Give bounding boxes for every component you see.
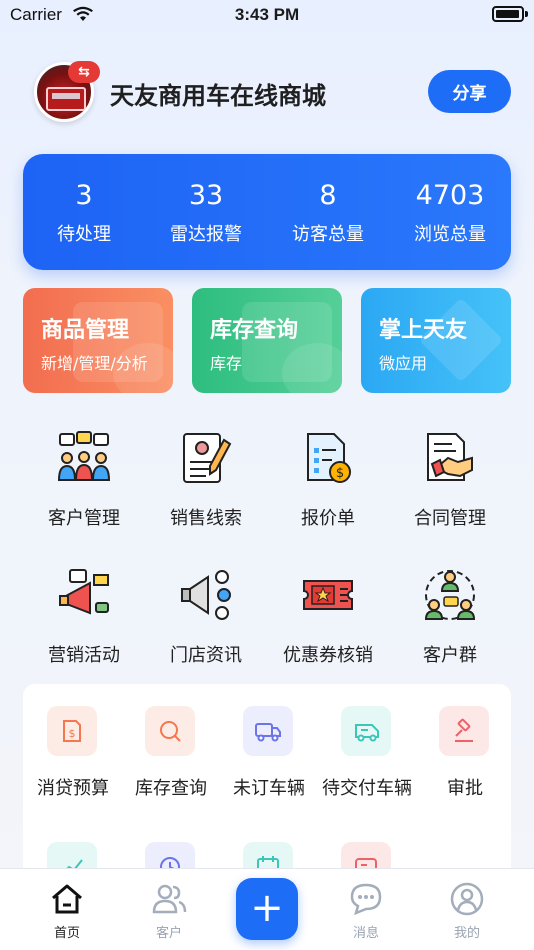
svg-text:$: $	[336, 466, 344, 481]
grid-item-marketing[interactable]: 营销活动	[19, 567, 149, 677]
grid-item-label: 客户管理	[48, 508, 120, 529]
stat-label: 雷达报警	[170, 224, 242, 245]
product-management-card[interactable]: 商品管理 新增/管理/分析	[23, 288, 173, 393]
grid-item-label: 客户群	[423, 645, 477, 666]
grid-item-label: 报价单	[301, 508, 355, 529]
shortcut-label: 审批	[447, 778, 483, 799]
stat-views[interactable]: 4703 浏览总量	[389, 154, 511, 270]
stock-search-icon	[145, 706, 195, 756]
tab-messages[interactable]: 消息	[316, 869, 416, 950]
customer-chat-group-icon	[424, 570, 476, 620]
clock: 3:43 PM	[234, 5, 300, 24]
grid-item-quotation[interactable]: $ 报价单	[263, 430, 393, 540]
coupon-ticket-icon	[303, 580, 353, 610]
shortcut-label: 待交付车辆	[322, 778, 412, 799]
svg-text:$: $	[69, 727, 76, 740]
card-subtitle: 新增/管理/分析	[41, 354, 148, 373]
home-icon	[52, 884, 82, 914]
tab-label: 消息	[352, 926, 379, 941]
card-title: 商品管理	[41, 318, 130, 343]
tab-label: 客户	[155, 926, 182, 941]
grid-item-store-news[interactable]: 门店资讯	[141, 567, 271, 677]
stat-value: 8	[319, 180, 337, 211]
delivery-truck-icon	[341, 706, 391, 756]
switch-shop-badge[interactable]: ⇆	[68, 61, 100, 83]
stat-radar-alerts[interactable]: 33 雷达报警	[145, 154, 267, 270]
card-title: 库存查询	[210, 318, 299, 343]
share-button[interactable]: 分享	[428, 70, 511, 113]
tab-profile[interactable]: 我的	[417, 869, 517, 950]
card-title: 掌上天友	[379, 318, 468, 343]
mobile-tianyou-card[interactable]: 掌上天友 微应用	[361, 288, 511, 393]
stats-card: 3 待处理 33 雷达报警 8 访客总量 4703 浏览总量	[23, 154, 511, 270]
shortcut-label: 消贷预算	[37, 778, 109, 799]
battery-icon	[492, 6, 528, 22]
tab-label: 首页	[53, 926, 80, 941]
stat-value: 3	[75, 180, 93, 211]
card-subtitle: 库存	[210, 354, 243, 373]
stat-value: 33	[188, 180, 224, 211]
inventory-query-card[interactable]: 库存查询 库存	[192, 288, 342, 393]
stat-label: 访客总量	[292, 224, 364, 245]
loudspeaker-icon	[181, 570, 231, 620]
truck-icon	[243, 706, 293, 756]
shop-title: 天友商用车在线商城	[110, 82, 326, 110]
megaphone-campaign-icon	[59, 569, 109, 615]
stat-label: 浏览总量	[414, 224, 486, 245]
stat-value: 4703	[415, 180, 485, 211]
stat-pending[interactable]: 3 待处理	[23, 154, 145, 270]
status-bar: Carrier 3:43 PM	[0, 0, 534, 32]
add-button[interactable]: +	[236, 878, 298, 940]
grid-item-contract-management[interactable]: 合同管理	[385, 430, 515, 540]
grid-item-customer-management[interactable]: 客户管理	[19, 430, 149, 540]
handshake-contract-icon	[427, 433, 473, 481]
grid-item-label: 营销活动	[48, 645, 120, 666]
tab-customers[interactable]: 客户	[119, 869, 219, 950]
gavel-icon	[439, 706, 489, 756]
chat-bubble-icon	[350, 883, 382, 916]
clipboard-pen-icon	[183, 433, 232, 483]
grid-item-customer-group[interactable]: 客户群	[385, 567, 515, 677]
loan-budget-icon: $	[47, 706, 97, 756]
tab-label: 我的	[453, 926, 480, 941]
grid-item-label: 门店资讯	[170, 645, 242, 666]
stat-label: 待处理	[57, 224, 111, 245]
grid-item-coupon-redemption[interactable]: 优惠券核销	[263, 567, 393, 677]
tab-home[interactable]: 首页	[17, 869, 117, 950]
customer-group-icon	[57, 431, 111, 481]
shortcut-label: 库存查询	[135, 778, 207, 799]
stat-visitors[interactable]: 8 访客总量	[267, 154, 389, 270]
profile-icon	[450, 882, 484, 916]
grid-item-sales-leads[interactable]: 销售线索	[141, 430, 271, 540]
users-icon	[152, 884, 187, 914]
shortcut-label: 未订车辆	[233, 778, 305, 799]
grid-item-label: 销售线索	[170, 508, 242, 529]
grid-item-label: 优惠券核销	[283, 645, 373, 666]
quote-document-icon: $	[307, 433, 351, 483]
grid-item-label: 合同管理	[414, 508, 486, 529]
card-subtitle: 微应用	[379, 354, 428, 373]
